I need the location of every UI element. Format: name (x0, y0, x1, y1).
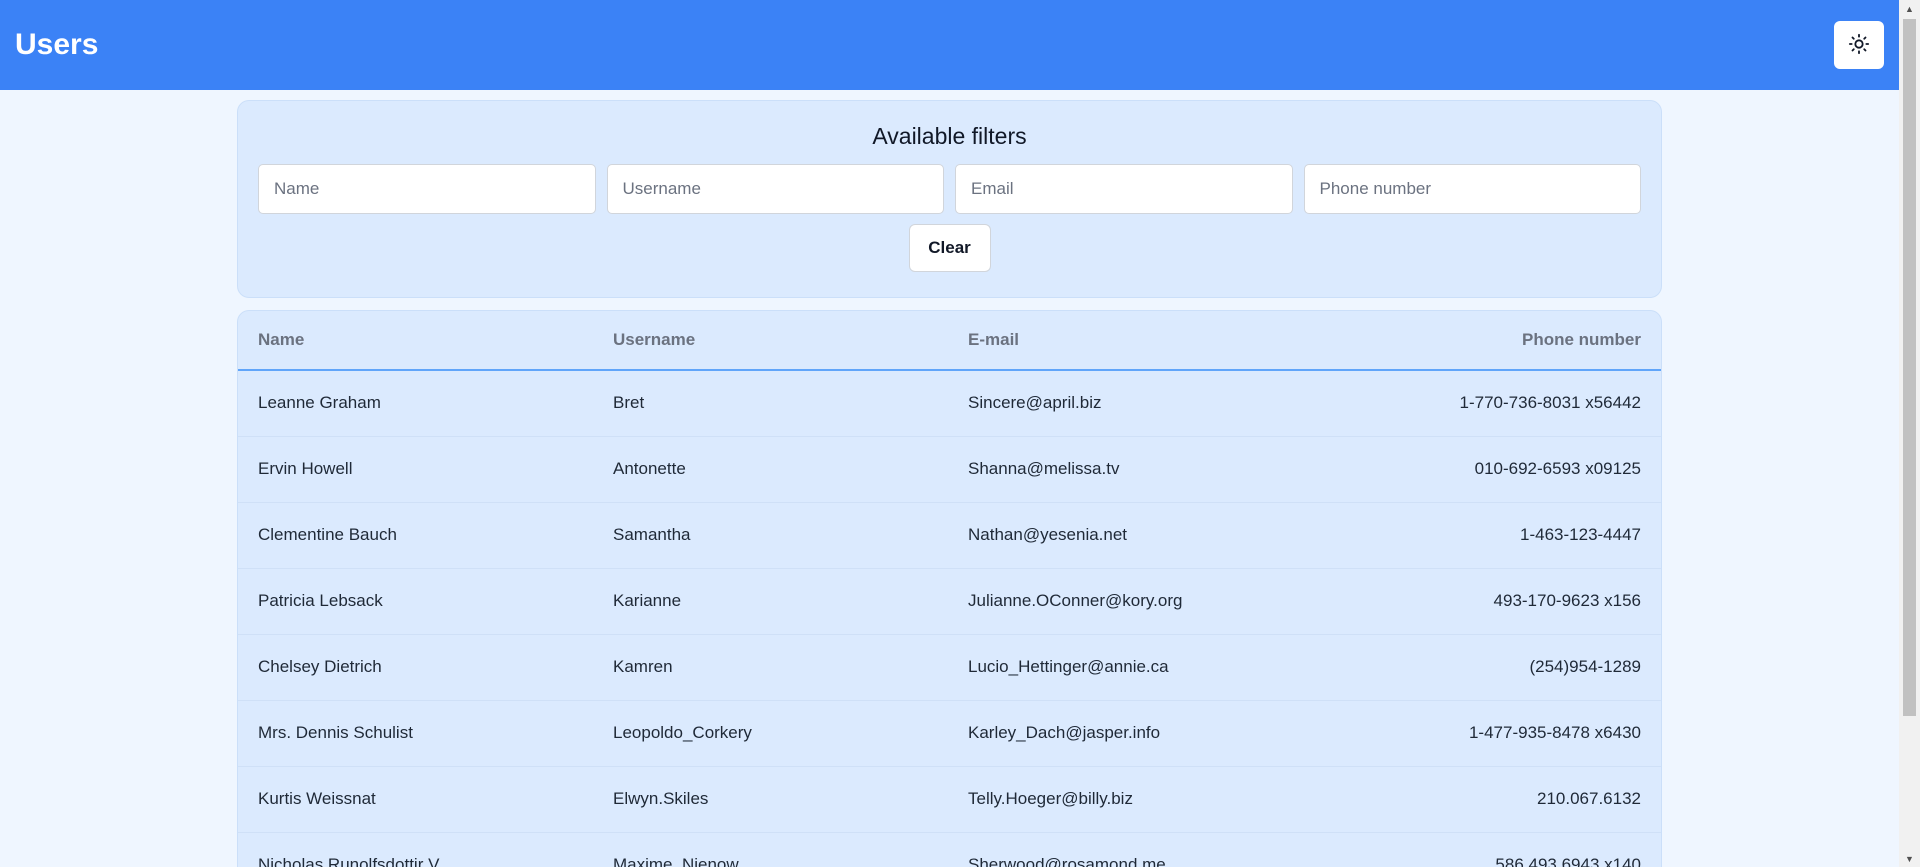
filter-inputs-row (258, 164, 1641, 214)
column-header-name[interactable]: Name (238, 311, 593, 371)
cell-phone: 010-692-6593 x09125 (1303, 436, 1661, 503)
cell-name: Ervin Howell (238, 436, 593, 503)
cell-name: Nicholas Runolfsdottir V (238, 832, 593, 867)
table-row[interactable]: Nicholas Runolfsdottir V Maxime_Nienow S… (238, 832, 1661, 867)
column-header-email[interactable]: E-mail (948, 311, 1303, 371)
users-table-card: Name Username E-mail Phone number Leanne… (237, 310, 1662, 867)
scrollbar-thumb[interactable] (1903, 19, 1916, 716)
cell-username: Karianne (593, 568, 948, 635)
table-header-row: Name Username E-mail Phone number (238, 311, 1661, 371)
page: Users Available filters Name Username Em… (0, 0, 1920, 867)
cell-username: Elwyn.Skiles (593, 766, 948, 833)
cell-name: Patricia Lebsack (238, 568, 593, 635)
cell-email: Shanna@melissa.tv (948, 436, 1303, 503)
cell-phone: 493-170-9623 x156 (1303, 568, 1661, 635)
cell-email: Lucio_Hettinger@annie.ca (948, 634, 1303, 701)
cell-phone: 586.493.6943 x140 (1303, 832, 1661, 867)
table-row[interactable]: Leanne Graham Bret Sincere@april.biz 1-7… (238, 370, 1661, 437)
cell-name: Mrs. Dennis Schulist (238, 700, 593, 767)
cell-phone: (254)954-1289 (1303, 634, 1661, 701)
clear-button[interactable]: Clear (908, 224, 991, 272)
cell-phone: 1-463-123-4447 (1303, 502, 1661, 569)
sun-icon (1848, 33, 1870, 58)
app-header: Users (0, 0, 1899, 90)
vertical-scrollbar[interactable]: ▲ ▼ (1899, 0, 1920, 867)
name-filter-input[interactable] (258, 164, 596, 214)
filters-panel: Available filters Clear (237, 100, 1662, 298)
cell-email: Telly.Hoeger@billy.biz (948, 766, 1303, 833)
clear-button-wrap: Clear (258, 224, 1641, 272)
scroll-up-arrow-icon[interactable]: ▲ (1899, 0, 1920, 17)
table-row[interactable]: Clementine Bauch Samantha Nathan@yesenia… (238, 502, 1661, 569)
cell-email: Sherwood@rosamond.me (948, 832, 1303, 867)
column-header-username[interactable]: Username (593, 311, 948, 371)
table-row[interactable]: Patricia Lebsack Karianne Julianne.OConn… (238, 568, 1661, 635)
table-row[interactable]: Ervin Howell Antonette Shanna@melissa.tv… (238, 436, 1661, 503)
table-header: Name Username E-mail Phone number (238, 311, 1661, 371)
cell-name: Clementine Bauch (238, 502, 593, 569)
cell-email: Nathan@yesenia.net (948, 502, 1303, 569)
scroll-down-arrow-icon[interactable]: ▼ (1899, 850, 1920, 867)
cell-name: Kurtis Weissnat (238, 766, 593, 833)
table-row[interactable]: Chelsey Dietrich Kamren Lucio_Hettinger@… (238, 634, 1661, 701)
cell-email: Sincere@april.biz (948, 370, 1303, 437)
page-title: Users (15, 28, 99, 61)
users-table: Name Username E-mail Phone number Leanne… (238, 311, 1661, 867)
cell-name: Leanne Graham (238, 370, 593, 437)
cell-email: Julianne.OConner@kory.org (948, 568, 1303, 635)
cell-username: Leopoldo_Corkery (593, 700, 948, 767)
table-row[interactable]: Mrs. Dennis Schulist Leopoldo_Corkery Ka… (238, 700, 1661, 767)
main-content: Available filters Clear Name Username E-… (237, 100, 1662, 867)
cell-username: Antonette (593, 436, 948, 503)
column-header-phone[interactable]: Phone number (1303, 311, 1661, 371)
cell-phone: 210.067.6132 (1303, 766, 1661, 833)
cell-email: Karley_Dach@jasper.info (948, 700, 1303, 767)
cell-username: Kamren (593, 634, 948, 701)
cell-username: Samantha (593, 502, 948, 569)
username-filter-input[interactable] (606, 164, 944, 214)
cell-username: Maxime_Nienow (593, 832, 948, 867)
filters-title: Available filters (872, 123, 1027, 149)
cell-phone: 1-477-935-8478 x6430 (1303, 700, 1661, 767)
cell-username: Bret (593, 370, 948, 437)
cell-phone: 1-770-736-8031 x56442 (1303, 370, 1661, 437)
email-filter-input[interactable] (955, 164, 1293, 214)
cell-name: Chelsey Dietrich (238, 634, 593, 701)
theme-toggle-button[interactable] (1834, 21, 1884, 69)
table-row[interactable]: Kurtis Weissnat Elwyn.Skiles Telly.Hoege… (238, 766, 1661, 833)
phone-filter-input[interactable] (1303, 164, 1641, 214)
table-body: Leanne Graham Bret Sincere@april.biz 1-7… (238, 370, 1661, 867)
